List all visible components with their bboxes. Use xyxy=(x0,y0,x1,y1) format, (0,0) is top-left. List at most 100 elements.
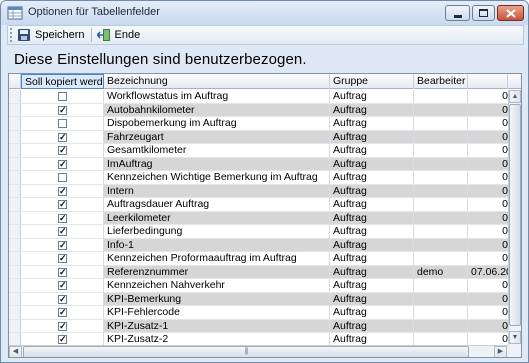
horizontal-scroll-thumb[interactable]: ||| xyxy=(23,346,469,357)
group-cell[interactable]: Auftrag xyxy=(330,279,414,293)
column-header-copy[interactable]: Soll kopiert werden xyxy=(21,74,104,89)
table-row[interactable]: ✓ Kennzeichen Nahverkehr Auftrag 0 xyxy=(9,279,508,293)
copy-cell[interactable]: ✓ xyxy=(21,211,104,225)
table-row[interactable]: Workflowstatus im Auftrag Auftrag 0 xyxy=(9,90,508,104)
copy-cell[interactable]: ✓ xyxy=(21,306,104,320)
date-cell[interactable]: 0 xyxy=(468,184,508,198)
scroll-up-button[interactable]: ▲ xyxy=(509,90,521,103)
row-selector[interactable] xyxy=(9,103,21,117)
date-cell[interactable]: 0 xyxy=(468,144,508,158)
scroll-down-button[interactable]: ▼ xyxy=(509,331,521,344)
group-cell[interactable]: Auftrag xyxy=(330,117,414,131)
date-cell[interactable]: 0 xyxy=(468,171,508,185)
name-cell[interactable]: KPI-Fehlercode xyxy=(104,306,330,320)
column-header-date[interactable] xyxy=(468,74,508,89)
table-row[interactable]: ✓ Kennzeichen Proformaauftrag im Auftrag A… xyxy=(9,252,508,266)
date-cell[interactable]: 0 xyxy=(468,117,508,131)
row-selector[interactable] xyxy=(9,225,21,239)
group-cell[interactable]: Auftrag xyxy=(330,265,414,279)
table-row[interactable]: ✓ Leerkilometer Auftrag 0 xyxy=(9,211,508,225)
group-cell[interactable]: Auftrag xyxy=(330,184,414,198)
vertical-scroll-thumb[interactable] xyxy=(509,104,521,326)
editor-cell[interactable] xyxy=(414,117,468,131)
column-header-name[interactable]: Bezeichnung xyxy=(104,74,330,89)
copy-checkbox[interactable]: ✓ xyxy=(58,146,67,155)
name-cell[interactable]: Fahrzeugart xyxy=(104,130,330,144)
date-cell[interactable]: 0 xyxy=(468,157,508,171)
row-selector[interactable] xyxy=(9,238,21,252)
date-cell[interactable]: 0 xyxy=(468,211,508,225)
copy-cell[interactable]: ✓ xyxy=(21,184,104,198)
editor-cell[interactable] xyxy=(414,319,468,333)
title-bar[interactable]: Optionen für Tabellenfelder xyxy=(1,1,528,25)
group-cell[interactable]: Auftrag xyxy=(330,130,414,144)
copy-cell[interactable] xyxy=(21,117,104,131)
editor-cell[interactable] xyxy=(414,130,468,144)
group-cell[interactable]: Auftrag xyxy=(330,103,414,117)
copy-checkbox[interactable] xyxy=(58,119,67,128)
editor-cell[interactable] xyxy=(414,211,468,225)
group-cell[interactable]: Auftrag xyxy=(330,238,414,252)
name-cell[interactable]: Referenznummer xyxy=(104,265,330,279)
row-selector[interactable] xyxy=(9,252,21,266)
table-row[interactable]: ✓ KPI-Bemerkung Auftrag 0 xyxy=(9,292,508,306)
copy-checkbox[interactable]: ✓ xyxy=(58,335,67,344)
editor-cell[interactable] xyxy=(414,90,468,104)
row-selector[interactable] xyxy=(9,117,21,131)
minimize-button[interactable] xyxy=(445,5,470,21)
name-cell[interactable]: Kennzeichen Proformaauftrag im Auftrag xyxy=(104,252,330,266)
editor-cell[interactable] xyxy=(414,184,468,198)
date-cell[interactable]: 0 xyxy=(468,252,508,266)
table-row[interactable]: ✓ Fahrzeugart Auftrag 0 xyxy=(9,130,508,144)
table-row[interactable]: ✓ Gesamtkilometer Auftrag 0 xyxy=(9,144,508,158)
date-cell[interactable]: 0 xyxy=(468,279,508,293)
copy-checkbox[interactable]: ✓ xyxy=(58,321,67,331)
copy-cell[interactable] xyxy=(21,171,104,185)
date-cell[interactable]: 0 xyxy=(468,306,508,320)
group-cell[interactable]: Auftrag xyxy=(330,90,414,104)
date-cell[interactable]: 0 xyxy=(468,292,508,306)
editor-cell[interactable] xyxy=(414,144,468,158)
copy-checkbox[interactable]: ✓ xyxy=(58,105,67,115)
exit-button[interactable]: Ende xyxy=(94,26,145,44)
name-cell[interactable]: Intern xyxy=(104,184,330,198)
row-selector[interactable] xyxy=(9,90,21,104)
copy-checkbox[interactable]: ✓ xyxy=(58,213,67,223)
table-row[interactable]: ✓ Lieferbedingung Auftrag 0 xyxy=(9,225,508,239)
copy-cell[interactable]: ✓ xyxy=(21,279,104,293)
copy-cell[interactable]: ✓ xyxy=(21,292,104,306)
table-row[interactable]: ✓ Info-1 Auftrag 0 xyxy=(9,238,508,252)
close-button[interactable] xyxy=(497,5,524,21)
row-selector[interactable] xyxy=(9,130,21,144)
copy-checkbox[interactable]: ✓ xyxy=(58,227,67,236)
row-selector[interactable] xyxy=(9,198,21,212)
copy-cell[interactable]: ✓ xyxy=(21,103,104,117)
copy-checkbox[interactable] xyxy=(58,173,67,182)
group-cell[interactable]: Auftrag xyxy=(330,306,414,320)
table-row[interactable]: ✓ KPI-Zusatz-1 Auftrag 0 xyxy=(9,319,508,333)
row-selector[interactable] xyxy=(9,306,21,320)
name-cell[interactable]: Kennzeichen Nahverkehr xyxy=(104,279,330,293)
row-selector[interactable] xyxy=(9,265,21,279)
editor-cell[interactable] xyxy=(414,279,468,293)
row-selector[interactable] xyxy=(9,157,21,171)
date-cell[interactable]: 0 xyxy=(468,319,508,333)
column-header-editor[interactable]: Bearbeiter xyxy=(414,74,468,89)
name-cell[interactable]: KPI-Zusatz-1 xyxy=(104,319,330,333)
copy-checkbox[interactable]: ✓ xyxy=(58,267,67,277)
row-selector[interactable] xyxy=(9,279,21,293)
table-row[interactable]: ✓ ImAuftrag Auftrag 0 xyxy=(9,157,508,171)
copy-checkbox[interactable]: ✓ xyxy=(58,254,67,263)
name-cell[interactable]: Info-1 xyxy=(104,238,330,252)
group-cell[interactable]: Auftrag xyxy=(330,211,414,225)
name-cell[interactable]: Workflowstatus im Auftrag xyxy=(104,90,330,104)
table-row[interactable]: ✓ Auftragsdauer Auftrag Auftrag 0 xyxy=(9,198,508,212)
group-cell[interactable]: Auftrag xyxy=(330,292,414,306)
group-cell[interactable]: Auftrag xyxy=(330,198,414,212)
group-cell[interactable]: Auftrag xyxy=(330,171,414,185)
copy-checkbox[interactable]: ✓ xyxy=(58,281,67,290)
name-cell[interactable]: Gesamtkilometer xyxy=(104,144,330,158)
editor-cell[interactable] xyxy=(414,238,468,252)
copy-cell[interactable]: ✓ xyxy=(21,319,104,333)
group-cell[interactable]: Auftrag xyxy=(330,144,414,158)
